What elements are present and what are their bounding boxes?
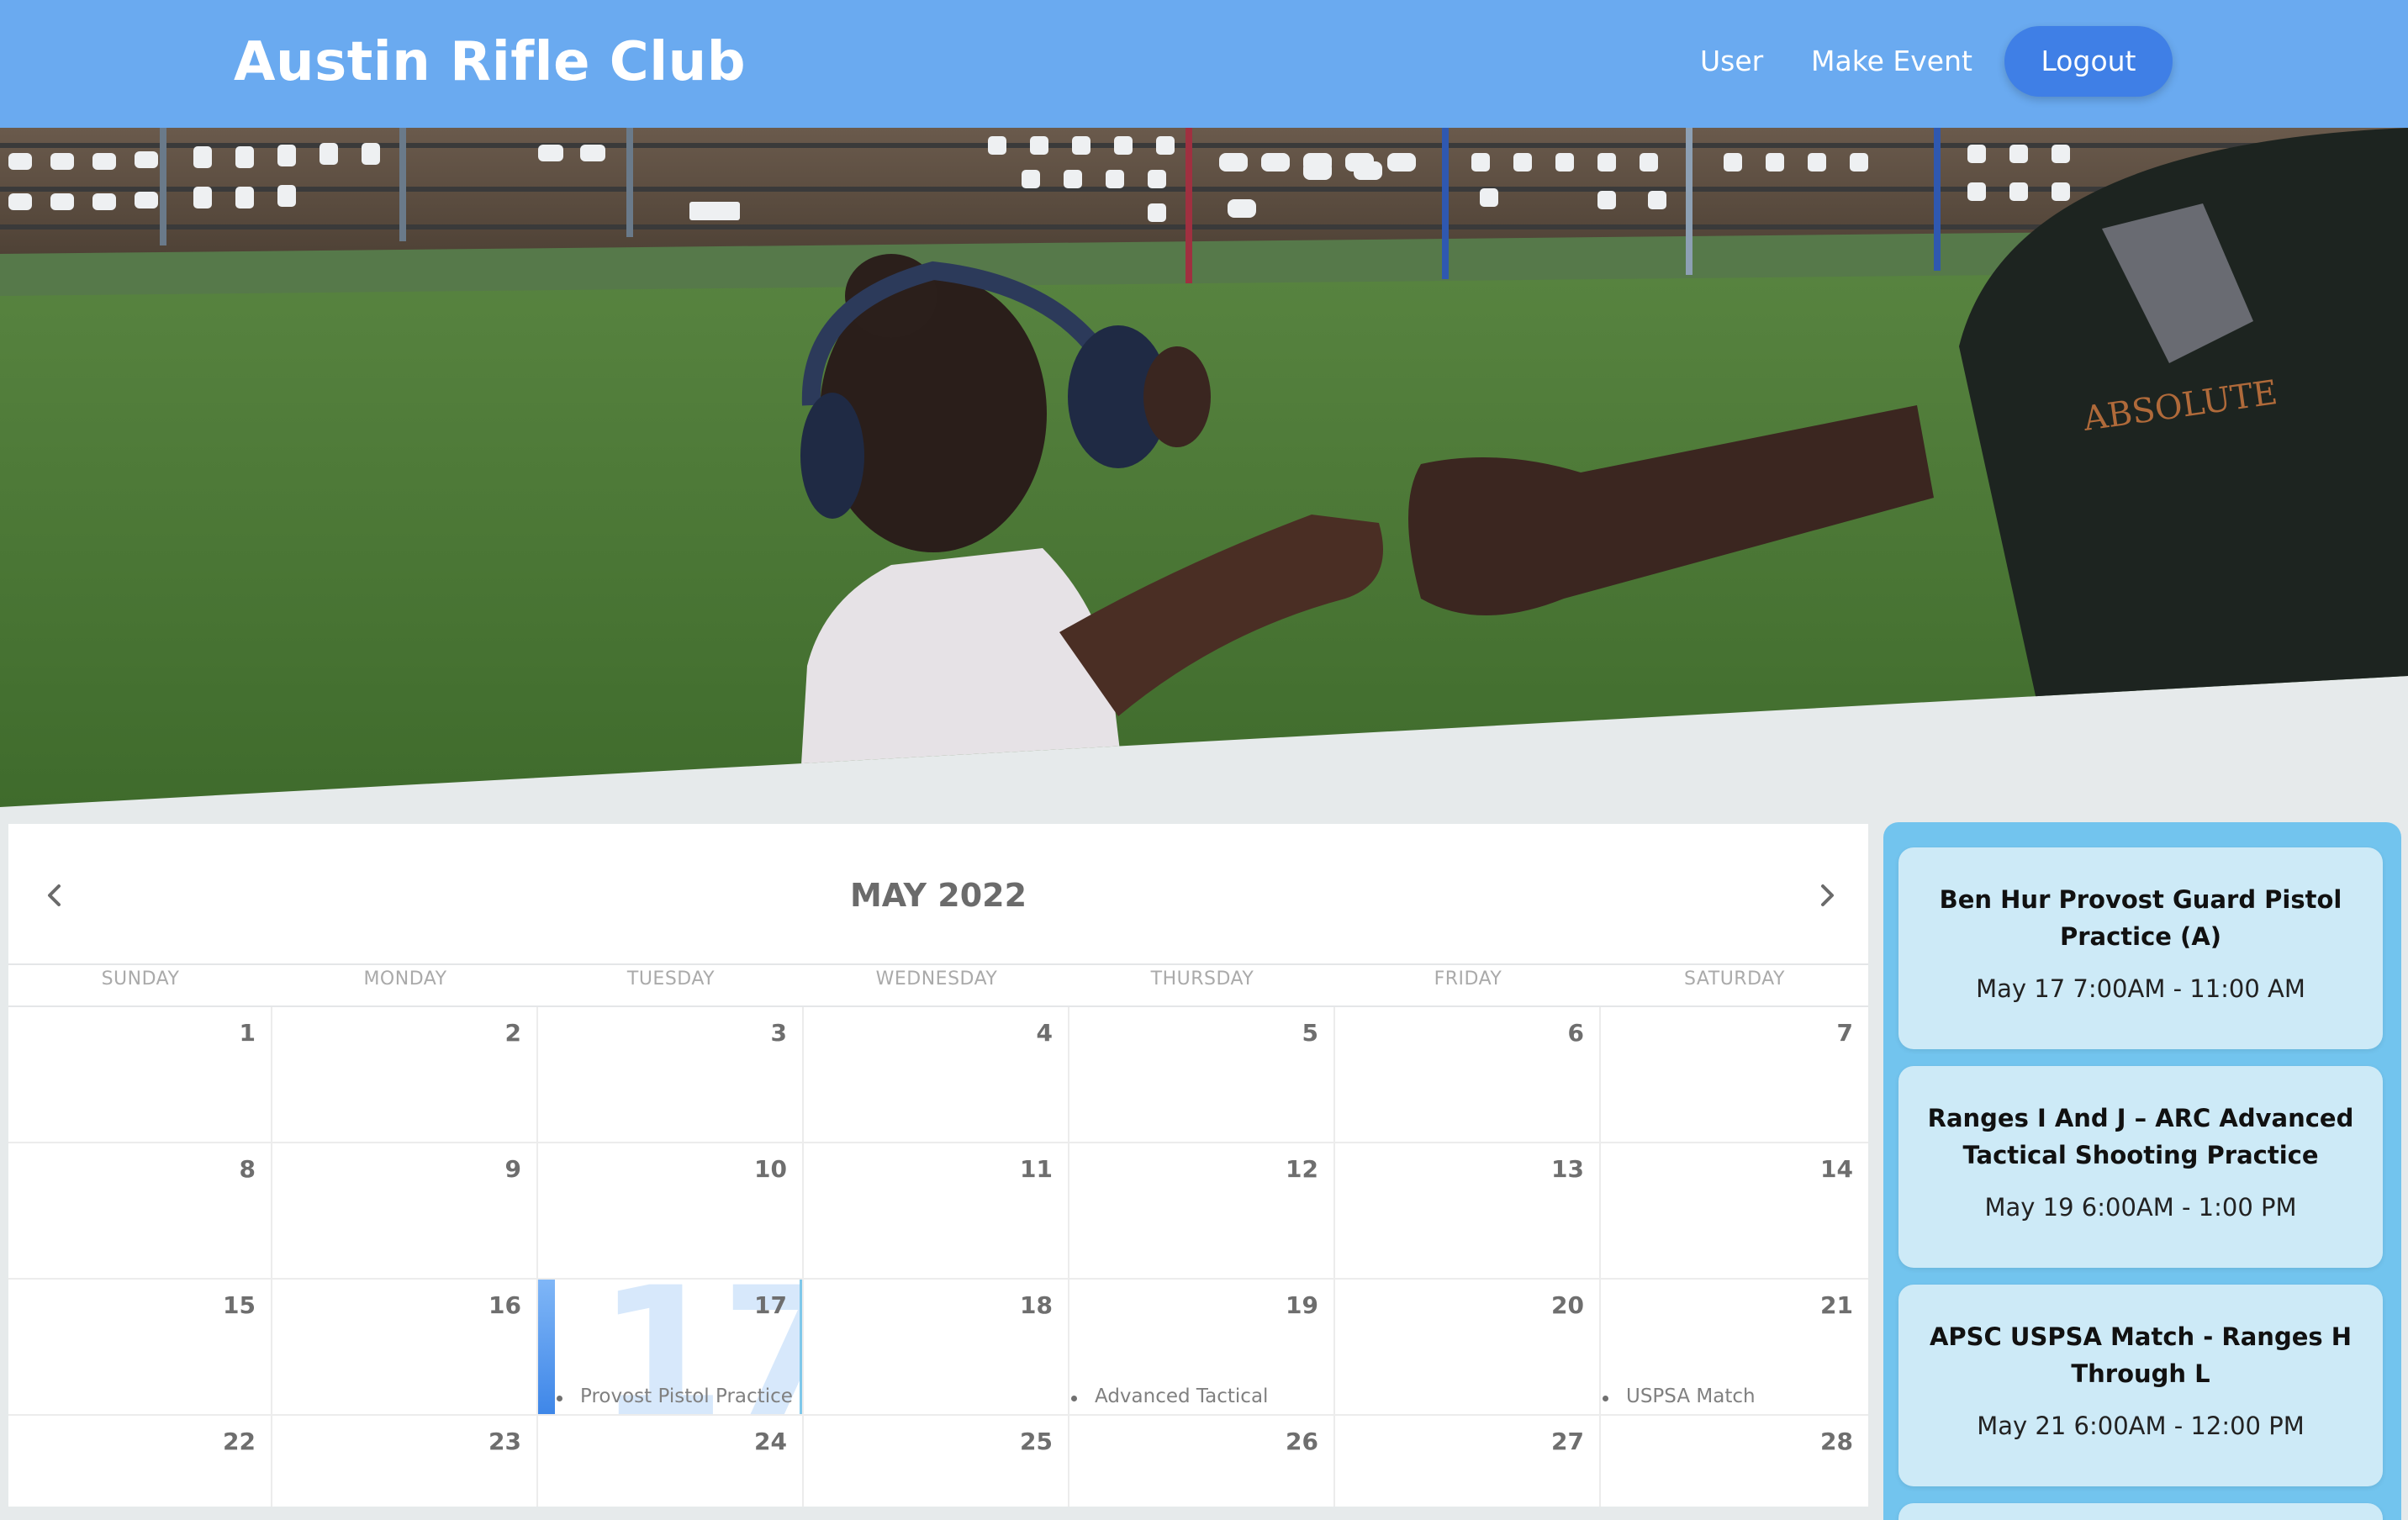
calendar-day-cell[interactable]: 7 — [1601, 1007, 1868, 1143]
calendar-day-cell-today[interactable]: 17 17 Provost Pistol Practice — [538, 1280, 804, 1416]
weekday-label: SATURDAY — [1684, 968, 1785, 990]
day-number: 15 — [223, 1291, 256, 1319]
day-number: 7 — [1836, 1019, 1853, 1047]
calendar-day-cell[interactable]: 24 — [538, 1416, 804, 1507]
event-card[interactable]: Ben Hur Provost Guard Pistol Practice (A… — [1898, 847, 2383, 1049]
day-number: 5 — [1302, 1019, 1318, 1047]
day-event-label[interactable]: USPSA Match — [1626, 1384, 1756, 1409]
day-number: 24 — [754, 1428, 787, 1455]
calendar-header: MAY 2022 — [8, 824, 1868, 965]
day-number: 19 — [1286, 1291, 1318, 1319]
hero-image: ABSOLUTE — [0, 128, 2408, 807]
event-bullet-icon — [557, 1396, 562, 1401]
day-number: 25 — [1020, 1428, 1053, 1455]
calendar-day-cell[interactable]: 22 — [8, 1416, 272, 1507]
day-number: 6 — [1567, 1019, 1584, 1047]
calendar-day-cell[interactable]: 9 — [272, 1143, 538, 1280]
calendar-day-cell[interactable]: 23 — [272, 1416, 538, 1507]
day-number: 2 — [504, 1019, 521, 1047]
calendar-day-cell[interactable]: 8 — [8, 1143, 272, 1280]
day-number: 10 — [754, 1155, 787, 1183]
calendar-day-cell[interactable]: 16 — [272, 1280, 538, 1416]
calendar-day-cell[interactable]: 28 — [1601, 1416, 1868, 1507]
day-number: 26 — [1286, 1428, 1318, 1455]
day-number: 28 — [1820, 1428, 1853, 1455]
calendar-day-cell[interactable]: 5 — [1069, 1007, 1335, 1143]
day-number: 21 — [1820, 1291, 1853, 1319]
weekday-header-row: SUNDAY MONDAY TUESDAY WEDNESDAY THURSDAY… — [8, 965, 1868, 1007]
calendar-day-cell[interactable]: 12 — [1069, 1143, 1335, 1280]
event-card-time: May 17 7:00AM - 11:00 AM — [1976, 974, 2305, 1003]
calendar-day-cell[interactable]: 10 — [538, 1143, 804, 1280]
event-card-time: May 21 6:00AM - 12:00 PM — [1977, 1412, 2305, 1440]
day-event-label[interactable]: Advanced Tactical — [1095, 1384, 1268, 1409]
event-card[interactable]: APSC USPSA Match - Ranges H Through L Ma… — [1898, 1285, 2383, 1486]
event-card-title: Ben Hur Provost Guard Pistol Practice (A… — [1939, 885, 2342, 951]
calendar-day-cell[interactable]: 14 — [1601, 1143, 1868, 1280]
weekday-label: THURSDAY — [1150, 968, 1254, 990]
calendar-day-cell[interactable]: 6 — [1335, 1007, 1601, 1143]
day-number: 23 — [488, 1428, 521, 1455]
calendar-day-cell[interactable]: 27 — [1335, 1416, 1601, 1507]
day-number: 20 — [1551, 1291, 1584, 1319]
today-indicator-line — [800, 1280, 802, 1414]
day-number: 12 — [1286, 1155, 1318, 1183]
weekday-label: FRIDAY — [1434, 968, 1502, 990]
top-nav-bar: Austin Rifle Club User Make Event Logout — [0, 0, 2408, 128]
event-card-partial[interactable] — [1898, 1503, 2383, 1520]
calendar-day-cell[interactable]: 3 — [538, 1007, 804, 1143]
day-number: 13 — [1551, 1155, 1584, 1183]
weekday-label: TUESDAY — [626, 968, 716, 990]
event-card-title: Ranges I And J – ARC Advanced Tactical S… — [1927, 1104, 2354, 1169]
weekday-label: MONDAY — [363, 968, 447, 990]
day-number: 8 — [239, 1155, 256, 1183]
calendar-day-grid: 1 2 3 4 5 6 7 8 9 10 11 12 13 14 15 16 1… — [8, 1007, 1868, 1507]
day-number: 11 — [1020, 1155, 1053, 1183]
upcoming-events-panel: Ben Hur Provost Guard Pistol Practice (A… — [1883, 822, 2401, 1520]
calendar-day-cell[interactable]: 15 — [8, 1280, 272, 1416]
calendar-month-title: MAY 2022 — [849, 877, 1027, 914]
calendar-day-cell[interactable]: 25 — [804, 1416, 1069, 1507]
nav-user-link[interactable]: User — [1700, 40, 1763, 82]
day-event-label[interactable]: Provost Pistol Practice — [580, 1384, 793, 1409]
day-number: 16 — [488, 1291, 521, 1319]
day-number: 3 — [770, 1019, 787, 1047]
day-number: 1 — [239, 1019, 256, 1047]
calendar-day-cell[interactable]: 11 — [804, 1143, 1069, 1280]
logout-button[interactable]: Logout — [2004, 26, 2173, 97]
calendar-widget: MAY 2022 SUNDAY MONDAY TUESDAY WEDNESDAY… — [8, 824, 1868, 1507]
day-number: 18 — [1020, 1291, 1053, 1319]
calendar-day-cell[interactable]: 18 — [804, 1280, 1069, 1416]
weekday-label: SUNDAY — [101, 968, 180, 990]
calendar-day-cell[interactable]: 26 — [1069, 1416, 1335, 1507]
day-number: 17 — [754, 1291, 787, 1319]
chevron-right-icon[interactable] — [1803, 866, 1853, 925]
event-bullet-icon — [1603, 1396, 1608, 1401]
event-card-time: May 19 6:00AM - 1:00 PM — [1984, 1193, 2297, 1222]
weekday-label: WEDNESDAY — [875, 968, 998, 990]
calendar-day-cell[interactable]: 21 USPSA Match — [1601, 1280, 1868, 1416]
day-number: 9 — [504, 1155, 521, 1183]
event-card[interactable]: Ranges I And J – ARC Advanced Tactical S… — [1898, 1066, 2383, 1268]
calendar-day-cell[interactable]: 2 — [272, 1007, 538, 1143]
hero-photo-illustration: ABSOLUTE — [0, 128, 2408, 807]
nav-make-event-link[interactable]: Make Event — [1811, 40, 1972, 82]
day-number: 14 — [1820, 1155, 1853, 1183]
site-brand[interactable]: Austin Rifle Club — [234, 30, 746, 94]
calendar-day-cell[interactable]: 1 — [8, 1007, 272, 1143]
calendar-day-cell[interactable]: 13 — [1335, 1143, 1601, 1280]
event-bullet-icon — [1071, 1396, 1077, 1401]
day-number: 4 — [1036, 1019, 1053, 1047]
today-indicator-bar — [538, 1280, 555, 1414]
calendar-day-cell[interactable]: 20 — [1335, 1280, 1601, 1416]
calendar-day-cell[interactable]: 4 — [804, 1007, 1069, 1143]
calendar-day-cell[interactable]: 19 Advanced Tactical — [1069, 1280, 1335, 1416]
day-number: 22 — [223, 1428, 256, 1455]
event-card-title: APSC USPSA Match - Ranges H Through L — [1929, 1322, 2353, 1388]
day-number: 27 — [1551, 1428, 1584, 1455]
